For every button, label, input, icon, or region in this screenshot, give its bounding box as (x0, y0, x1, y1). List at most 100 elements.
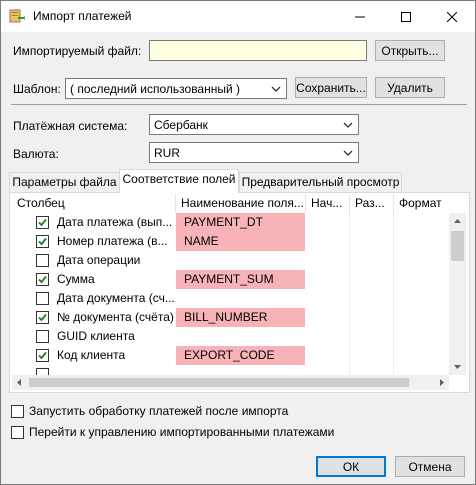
column-name-cell: Сумма (57, 272, 95, 286)
table-cell[interactable] (350, 289, 394, 308)
table-cell[interactable] (306, 365, 350, 375)
table-row[interactable]: Код клиента EXPORT_CODE (12, 346, 464, 365)
ok-button[interactable]: ОК (316, 456, 386, 477)
column-header[interactable]: Формат (394, 194, 464, 213)
table-cell[interactable] (306, 270, 350, 289)
column-header[interactable]: Столбец (12, 194, 176, 213)
template-select[interactable]: ( последний использованный ) (65, 78, 287, 99)
checkmark-icon (38, 218, 47, 227)
scroll-right-icon[interactable] (434, 375, 449, 390)
column-name-cell: Код клиента (57, 348, 126, 362)
table-row[interactable]: Сумма PAYMENT_SUM (12, 270, 464, 289)
row-checkbox[interactable] (36, 216, 49, 229)
import-file-label: Импортируемый файл: (13, 44, 142, 58)
table-cell[interactable] (350, 346, 394, 365)
run-processing-label[interactable]: Запустить обработку платежей после импор… (29, 404, 288, 418)
checkmark-icon (38, 237, 47, 246)
table-cell[interactable] (306, 213, 350, 232)
column-header[interactable]: Раз... (350, 194, 394, 213)
delete-template-button[interactable]: Удалить (375, 77, 445, 98)
field-mapping-cell[interactable]: EXPORT_CODE (176, 346, 305, 365)
tab-file-params[interactable]: Параметры файла (9, 172, 120, 192)
scroll-thumb[interactable] (29, 378, 409, 387)
go-to-management-checkbox[interactable] (11, 426, 24, 439)
table-row[interactable]: Дата документа (сч... (12, 289, 464, 308)
row-checkbox[interactable] (36, 349, 49, 362)
close-icon (446, 11, 458, 23)
column-name-cell: Дата платежа (вып... (57, 215, 173, 229)
table-row[interactable]: № документа (счёта) BILL_NUMBER (12, 308, 464, 327)
table-row[interactable]: Дата операции (12, 251, 464, 270)
field-mapping-cell[interactable]: NAME (176, 232, 305, 251)
close-button[interactable] (429, 1, 475, 32)
import-payments-dialog: Импорт платежей Импортируемый файл: Откр… (0, 0, 476, 485)
checkmark-icon (38, 313, 47, 322)
app-icon (9, 9, 25, 23)
row-checkbox[interactable] (36, 292, 49, 305)
table-cell[interactable] (306, 327, 350, 346)
scroll-up-icon[interactable] (449, 213, 466, 230)
column-name-cell (57, 365, 177, 375)
window-title: Импорт платежей (33, 9, 132, 23)
table-cell[interactable] (350, 365, 394, 375)
field-mapping-cell[interactable] (176, 327, 305, 346)
row-checkbox[interactable] (36, 235, 49, 248)
vertical-scrollbar[interactable] (449, 213, 466, 375)
cancel-button[interactable]: Отмена (395, 456, 465, 477)
currency-select[interactable]: RUR (149, 142, 359, 163)
checkmark-icon (38, 275, 47, 284)
payment-system-select[interactable]: Сбербанк (149, 114, 359, 135)
column-name-cell: GUID клиента (57, 329, 135, 343)
go-to-management-label[interactable]: Перейти к управлению импортированными пл… (29, 425, 334, 439)
run-processing-checkbox[interactable] (11, 405, 24, 418)
table-cell[interactable] (350, 327, 394, 346)
row-checkbox[interactable] (36, 330, 49, 343)
tab-field-mapping[interactable]: Соответствие полей (119, 169, 239, 193)
field-mapping-cell[interactable] (176, 365, 305, 375)
field-mapping-table[interactable]: Столбец Наименование поля... Нач... Раз.… (12, 194, 464, 375)
table-cell[interactable] (306, 251, 350, 270)
payment-system-label: Платёжная система: (13, 119, 128, 133)
table-cell[interactable] (306, 232, 350, 251)
maximize-button[interactable] (383, 1, 429, 32)
field-mapping-cell[interactable] (176, 289, 305, 308)
row-checkbox[interactable] (36, 254, 49, 267)
table-cell[interactable] (350, 270, 394, 289)
minimize-button[interactable] (337, 1, 383, 32)
title-bar[interactable]: Импорт платежей (1, 1, 475, 32)
import-file-input[interactable] (149, 40, 367, 61)
payment-system-value: Сбербанк (154, 118, 208, 132)
row-checkbox[interactable] (36, 311, 49, 324)
open-file-button[interactable]: Открыть... (375, 40, 445, 61)
field-mapping-cell[interactable]: PAYMENT_DT (176, 213, 305, 232)
table-row[interactable]: GUID клиента (12, 327, 464, 346)
row-checkbox[interactable] (36, 368, 49, 375)
table-cell[interactable] (306, 289, 350, 308)
row-checkbox[interactable] (36, 273, 49, 286)
scroll-thumb[interactable] (451, 231, 464, 261)
scroll-down-icon[interactable] (449, 358, 466, 375)
table-cell[interactable] (350, 232, 394, 251)
table-cell[interactable] (306, 346, 350, 365)
minimize-icon (355, 16, 365, 18)
table-cell[interactable] (350, 251, 394, 270)
table-row[interactable]: Номер платежа (в... NAME (12, 232, 464, 251)
save-template-button[interactable]: Сохранить... (295, 77, 367, 98)
table-row[interactable]: Дата платежа (вып... PAYMENT_DT (12, 213, 464, 232)
table-cell[interactable] (350, 308, 394, 327)
field-mapping-cell[interactable]: BILL_NUMBER (176, 308, 305, 327)
table-cell[interactable] (306, 308, 350, 327)
field-mapping-cell[interactable] (176, 251, 305, 270)
scroll-left-icon[interactable] (12, 375, 27, 390)
table-cell[interactable] (350, 213, 394, 232)
column-header[interactable]: Наименование поля... (176, 194, 306, 213)
column-name-cell: Дата документа (сч... (57, 291, 175, 305)
horizontal-scrollbar[interactable] (12, 375, 449, 390)
column-name-cell: Дата операции (57, 253, 141, 267)
field-mapping-cell[interactable]: PAYMENT_SUM (176, 270, 305, 289)
table-row[interactable] (12, 365, 464, 375)
tab-preview[interactable]: Предварительный просмотр (239, 172, 402, 192)
chevron-down-icon (343, 150, 353, 156)
maximize-icon (401, 12, 411, 22)
column-header[interactable]: Нач... (306, 194, 350, 213)
